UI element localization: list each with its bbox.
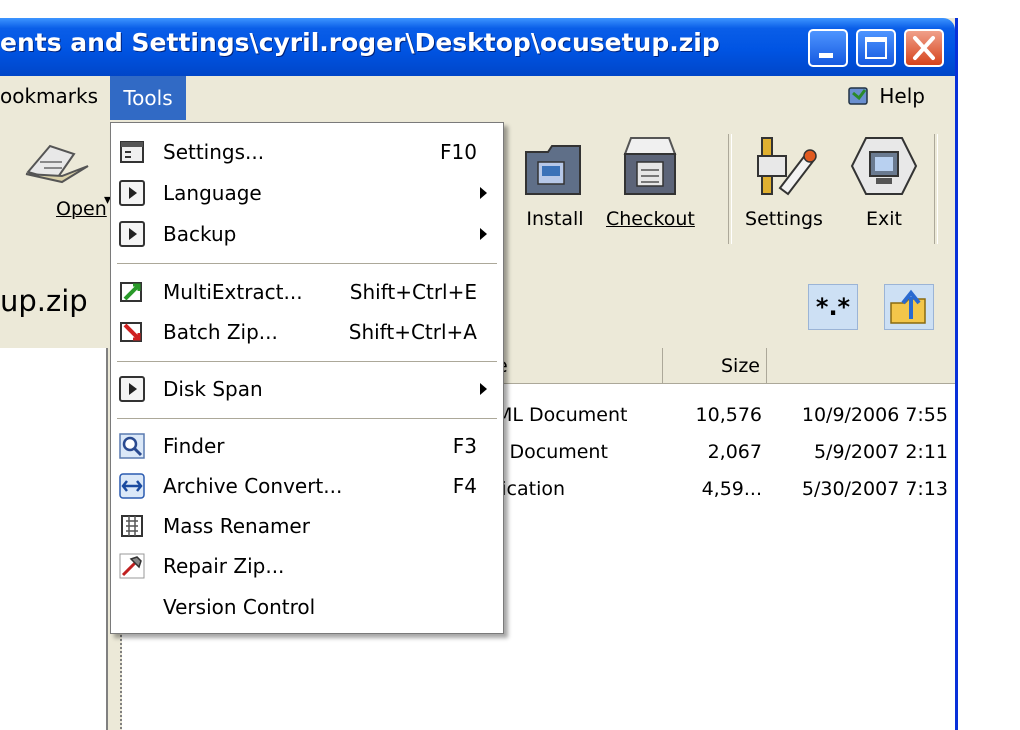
menu-separator (117, 361, 497, 363)
menu-item-shortcut: F3 (452, 434, 477, 458)
title-bar[interactable]: ents and Settings\cyril.roger\Desktop\oc… (0, 18, 955, 76)
menu-bookmarks[interactable]: ookmarks (0, 84, 98, 108)
menu-item-repair-zip[interactable]: Repair Zip... (111, 547, 503, 587)
menu-item-archive-convert[interactable]: Archive Convert... F4 (111, 467, 503, 507)
menu-item-label: Mass Renamer (163, 514, 310, 538)
mass-renamer-icon (121, 515, 143, 537)
wildcard-filter-button[interactable]: *.* (808, 284, 858, 330)
close-icon (913, 36, 935, 60)
menu-item-multiextract[interactable]: MultiExtract... Shift+Ctrl+E (111, 273, 503, 313)
toolbar-separator (934, 134, 938, 244)
checkout-button-label: Checkout (606, 208, 695, 230)
batch-zip-icon (120, 322, 142, 342)
menu-item-label: Disk Span (163, 377, 263, 401)
menu-item-batch-zip[interactable]: Batch Zip... Shift+Ctrl+A (111, 313, 503, 353)
settings-tools-icon (757, 137, 817, 196)
settings-button-label: Settings (745, 208, 823, 230)
minimize-button[interactable] (808, 29, 848, 67)
row-modified: 5/30/2007 7:13 (801, 478, 948, 500)
exit-button[interactable]: Exit (846, 132, 922, 230)
close-button[interactable] (904, 29, 944, 67)
settings-button[interactable]: Settings (744, 132, 824, 230)
menu-item-label: MultiExtract... (163, 280, 303, 304)
column-header-size[interactable]: Size (662, 348, 766, 384)
up-folder-icon (890, 289, 926, 324)
menu-item-label: Batch Zip... (163, 320, 278, 344)
column-header-size-label: Size (720, 354, 760, 377)
convert-arrows-icon (119, 473, 145, 499)
row-size: 10,576 (695, 404, 762, 426)
open-folder-icon (26, 144, 89, 184)
menu-item-shortcut: Shift+Ctrl+A (348, 320, 477, 344)
folder-tree-pane[interactable] (0, 348, 108, 730)
menu-item-disk-span[interactable]: Disk Span (111, 370, 503, 410)
menu-item-label: Archive Convert... (163, 474, 343, 498)
maximize-button[interactable] (856, 29, 896, 67)
menu-separator (117, 263, 497, 265)
submenu-play-icon (119, 376, 145, 402)
row-modified: 10/9/2006 7:55 (801, 404, 948, 426)
menu-item-settings[interactable]: Settings... F10 (111, 133, 503, 173)
menu-item-finder[interactable]: Finder F3 (111, 427, 503, 467)
menu-item-label: Language (163, 181, 262, 205)
exit-icon (850, 137, 918, 195)
multi-extract-icon (120, 282, 142, 302)
row-type: lication (496, 478, 566, 500)
row-type: t Document (496, 441, 608, 463)
magnifier-icon (119, 433, 145, 459)
install-button-label: Install (526, 208, 584, 230)
menu-item-shortcut: F10 (440, 140, 477, 164)
checkout-icon (623, 137, 677, 195)
menu-help[interactable]: Help (847, 84, 925, 108)
menu-item-label: Backup (163, 222, 237, 246)
row-modified: 5/9/2007 2:11 (813, 441, 948, 463)
menu-item-label: Repair Zip... (163, 554, 285, 578)
toolbar-separator (728, 134, 732, 244)
submenu-play-icon (119, 221, 145, 247)
repair-hammer-icon (119, 553, 145, 579)
checkout-label-text: Checkout (606, 208, 695, 230)
open-button[interactable]: Open (8, 132, 107, 220)
column-header-modified[interactable] (766, 348, 955, 384)
submenu-arrow-icon (480, 187, 487, 199)
install-icon (525, 145, 581, 195)
row-size: 4,59... (701, 478, 762, 500)
menu-separator (117, 418, 497, 420)
menu-item-shortcut: Shift+Ctrl+E (349, 280, 477, 304)
checkout-button[interactable]: Checkout (606, 132, 695, 230)
menu-item-label: Version Control (163, 595, 316, 619)
help-book-icon (848, 87, 869, 105)
submenu-play-icon (119, 180, 145, 206)
menu-item-label: Settings... (163, 140, 265, 164)
menu-item-version-control[interactable]: Version Control (111, 588, 503, 628)
menu-tools[interactable]: Tools (110, 76, 186, 120)
open-button-label: Open (56, 198, 107, 220)
menu-item-label: Finder (163, 434, 225, 458)
window-title: ents and Settings\cyril.roger\Desktop\oc… (0, 28, 720, 57)
menu-item-backup[interactable]: Backup (111, 215, 503, 255)
submenu-arrow-icon (480, 383, 487, 395)
menu-item-shortcut: F4 (452, 474, 477, 498)
archive-path: up.zip (0, 284, 88, 318)
menu-item-mass-renamer[interactable]: Mass Renamer (111, 507, 503, 547)
menu-item-language[interactable]: Language (111, 174, 503, 214)
install-button[interactable]: Install (522, 132, 588, 230)
maximize-icon (865, 37, 887, 59)
exit-button-label: Exit (866, 208, 902, 230)
settings-dialog-icon (120, 141, 144, 163)
menu-help-label: Help (879, 84, 925, 108)
wildcard-icon: *.* (815, 293, 851, 321)
submenu-arrow-icon (480, 228, 487, 240)
minimize-icon (819, 53, 833, 58)
up-folder-button[interactable] (884, 284, 934, 330)
row-size: 2,067 (707, 441, 762, 463)
tools-dropdown-menu: Settings... F10 Language Backup MultiExt… (110, 122, 504, 634)
row-type: ML Document (496, 404, 628, 426)
